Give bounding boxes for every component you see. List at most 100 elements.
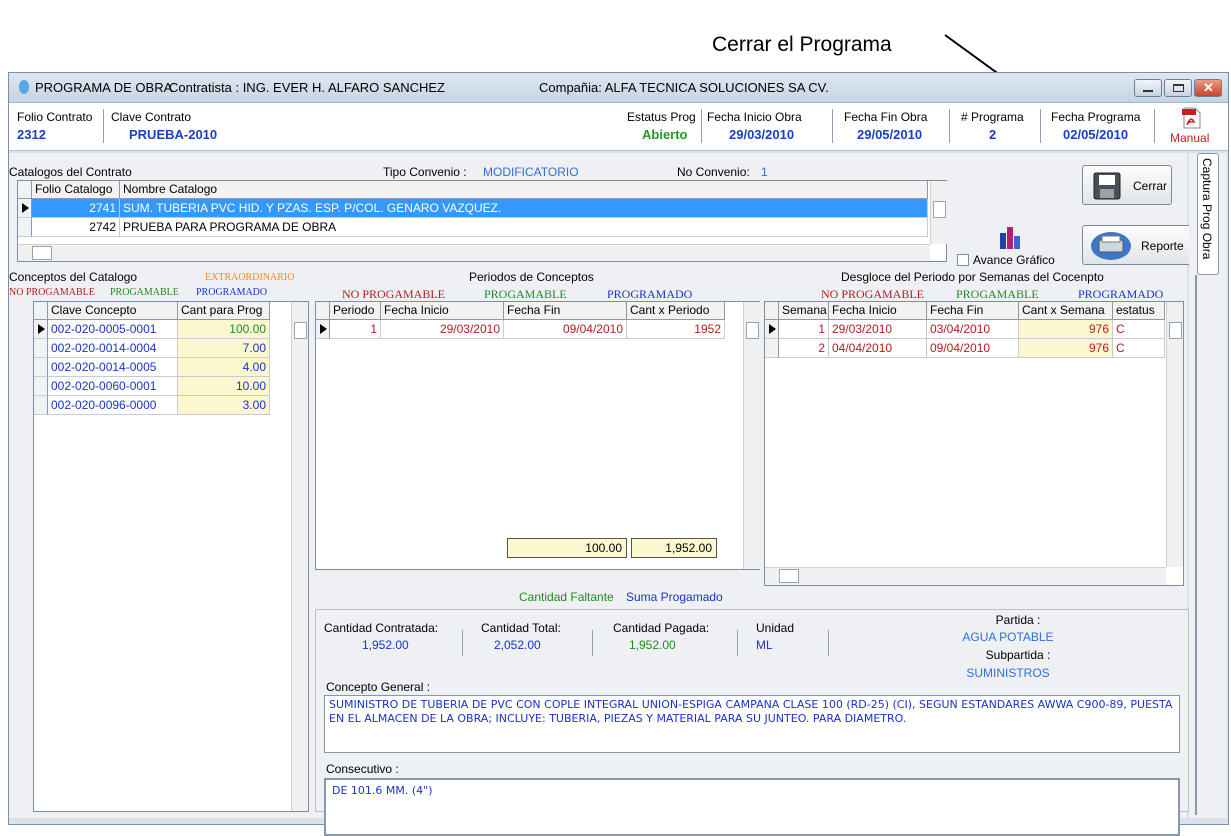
contratada-label: Cantidad Contratada:: [324, 621, 439, 635]
col-clave-concepto[interactable]: Clave Concepto: [48, 302, 178, 320]
row-header: [18, 181, 32, 199]
table-cell[interactable]: 976: [1019, 320, 1113, 339]
legend-programado: PROGRAMADO: [1078, 287, 1164, 301]
table-cell[interactable]: 29/03/2010: [381, 320, 504, 339]
close-button[interactable]: ✕: [1194, 79, 1222, 97]
table-cell[interactable]: 1: [330, 320, 381, 339]
legend-no-progamable: NO PROGAMABLE: [821, 287, 925, 301]
col-fecha-fin[interactable]: Fecha Fin: [504, 302, 627, 320]
divider: [592, 630, 593, 656]
vertical-scrollbar[interactable]: [930, 181, 947, 244]
row-indicator: [34, 339, 48, 358]
table-cell[interactable]: 04/04/2010: [829, 339, 927, 358]
suma-programado-field: 1,952.00: [631, 538, 717, 558]
table-cell[interactable]: 2: [779, 339, 829, 358]
fecha-programa-value: 02/05/2010: [1063, 127, 1129, 142]
table-cell[interactable]: 976: [1019, 339, 1113, 358]
desglose-title: Desgloce del Periodo por Semanas del Coc…: [841, 270, 1104, 284]
divider: [1040, 109, 1041, 143]
col-cant-x-periodo[interactable]: Cant x Periodo: [627, 302, 725, 320]
table-cell[interactable]: 002-020-0014-0004: [48, 339, 178, 358]
table-cell[interactable]: 2742: [32, 218, 120, 237]
maximize-button[interactable]: [1164, 79, 1192, 97]
tab-label: Captura Prog Obra: [1200, 158, 1214, 260]
legend-programado: PROGRAMADO: [196, 287, 268, 298]
minimize-icon: [1143, 90, 1153, 92]
table-cell[interactable]: 29/03/2010: [829, 320, 927, 339]
table-cell[interactable]: C: [1113, 320, 1165, 339]
table-cell[interactable]: 3.00: [178, 396, 270, 415]
col-cant-para-prog[interactable]: Cant para Prog: [178, 302, 270, 320]
divider: [462, 630, 463, 656]
avance-checkbox[interactable]: [957, 254, 969, 266]
table-cell[interactable]: 002-020-0096-0000: [48, 396, 178, 415]
scroll-thumb[interactable]: [32, 246, 52, 260]
horizontal-scrollbar[interactable]: [18, 244, 930, 261]
table-cell[interactable]: 1: [779, 320, 829, 339]
horizontal-scrollbar[interactable]: [765, 567, 1166, 585]
col-fecha-inicio[interactable]: Fecha Inicio: [829, 302, 927, 320]
col-semana[interactable]: Semana: [779, 302, 829, 320]
minimize-button[interactable]: [1134, 79, 1162, 97]
table-cell[interactable]: 7.00: [178, 339, 270, 358]
table-cell[interactable]: 002-020-0014-0005: [48, 358, 178, 377]
legend-progamable: PROGAMABLE: [956, 287, 1039, 301]
concepto-general-label: Concepto General :: [326, 680, 431, 694]
table-cell[interactable]: C: [1113, 339, 1165, 358]
current-row-indicator: [18, 199, 32, 218]
table-cell[interactable]: 002-020-0005-0001: [48, 320, 178, 339]
scroll-thumb[interactable]: [746, 322, 759, 339]
col-estatus[interactable]: estatus: [1113, 302, 1165, 320]
no-convenio-label: No Convenio:: [677, 165, 750, 179]
extraordinario-legend: EXTRAORDINARIO: [205, 272, 295, 283]
estatus-value: Abierto: [642, 127, 688, 142]
table-cell[interactable]: 100.00: [178, 320, 270, 339]
scroll-thumb[interactable]: [294, 322, 307, 339]
table-cell[interactable]: 1952: [627, 320, 725, 339]
col-nombre-catalogo[interactable]: Nombre Catalogo: [120, 181, 928, 199]
table-cell[interactable]: 09/04/2010: [504, 320, 627, 339]
legend-no-progamable: NO PROGAMABLE: [342, 287, 446, 301]
desglose-grid: Semana Fecha Inicio Fecha Fin Cant x Sem…: [764, 301, 1184, 586]
scroll-thumb[interactable]: [933, 201, 946, 218]
col-folio-catalogo[interactable]: Folio Catalogo: [32, 181, 120, 199]
reporte-button[interactable]: Reporte: [1082, 225, 1192, 265]
manual-button[interactable]: Manual: [1169, 107, 1215, 149]
vertical-scrollbar[interactable]: [743, 302, 760, 569]
divider: [832, 109, 833, 143]
app-icon: [19, 80, 29, 94]
col-periodo[interactable]: Periodo: [330, 302, 381, 320]
catalogos-title: Catalogos del Contrato: [9, 165, 132, 179]
tab-captura-prog-obra[interactable]: Captura Prog Obra: [1197, 153, 1219, 275]
suma-programado-label: Suma Progamado: [626, 590, 723, 604]
row-indicator: [34, 358, 48, 377]
clave-label: Clave Contrato: [111, 110, 192, 124]
col-fecha-inicio[interactable]: Fecha Inicio: [381, 302, 504, 320]
table-cell[interactable]: 10.00: [178, 377, 270, 396]
total-label: Cantidad Total:: [481, 621, 561, 635]
title-bar[interactable]: PROGRAMA DE OBRA Contratista : ING. EVER…: [9, 73, 1228, 103]
window-title: PROGRAMA DE OBRA: [35, 80, 173, 95]
legend-no-progamable: NO PROGAMABLE: [9, 287, 95, 298]
printer-icon: [1091, 232, 1131, 260]
concepto-info-box: Cantidad Contratada: 1,952.00 Cantidad T…: [315, 609, 1189, 836]
vertical-scrollbar[interactable]: [291, 302, 308, 811]
col-cant-x-semana[interactable]: Cant x Semana: [1019, 302, 1113, 320]
table-cell[interactable]: 09/04/2010: [927, 339, 1019, 358]
total-value: 2,052.00: [494, 638, 541, 652]
vertical-scrollbar[interactable]: [1166, 302, 1183, 567]
cerrar-button[interactable]: Cerrar: [1082, 165, 1172, 205]
table-cell[interactable]: 2741: [32, 199, 120, 218]
programa-value: 2: [989, 127, 997, 142]
table-cell[interactable]: 002-020-0060-0001: [48, 377, 178, 396]
table-cell[interactable]: SUM. TUBERIA PVC HID. Y PZAS. ESP. P/COL…: [120, 199, 928, 218]
table-cell[interactable]: 4.00: [178, 358, 270, 377]
current-row-indicator: [34, 320, 48, 339]
col-fecha-fin[interactable]: Fecha Fin: [927, 302, 1019, 320]
divider: [949, 109, 950, 143]
table-cell[interactable]: 03/04/2010: [927, 320, 1019, 339]
table-cell[interactable]: PRUEBA PARA PROGRAMA DE OBRA: [120, 218, 928, 237]
manual-label: Manual: [1170, 131, 1210, 145]
scroll-thumb[interactable]: [1169, 322, 1182, 339]
scroll-thumb[interactable]: [779, 569, 799, 583]
